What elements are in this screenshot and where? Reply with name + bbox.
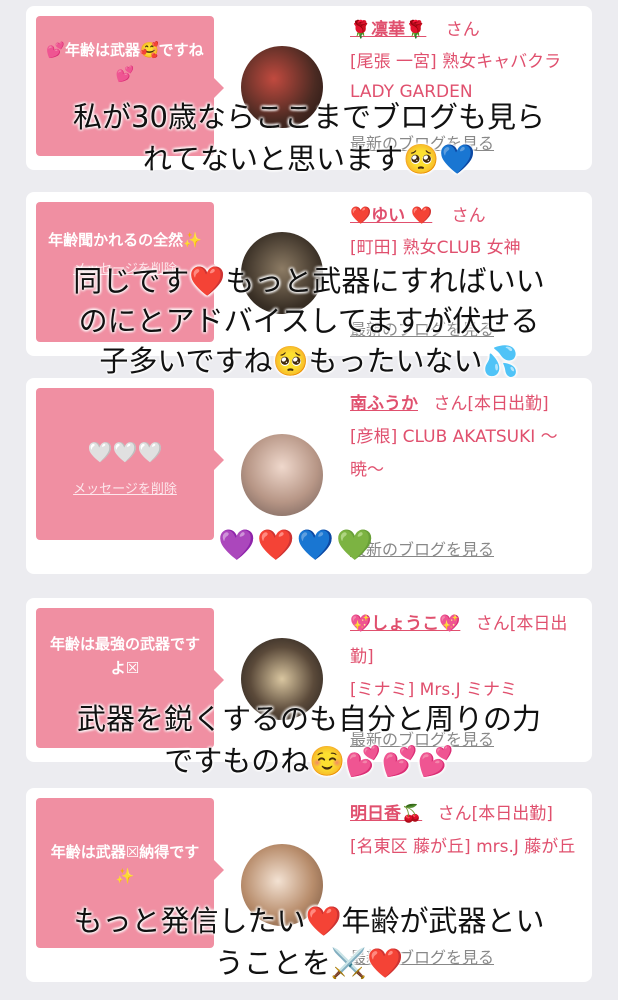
overlay-caption: 同じです❤️もっと武器にすればいい	[73, 264, 545, 298]
honorific: さん[本日出勤]	[433, 394, 549, 414]
cast-name-link[interactable]: 明日香🍒	[350, 804, 422, 824]
overlay-caption: 武器を鋭くするのも自分と周りの力	[76, 702, 541, 736]
cast-name-link[interactable]: 南ふうか	[350, 394, 418, 414]
cast-name-link[interactable]: ❤️ゆい ❤️	[350, 206, 432, 226]
avatar[interactable]	[241, 434, 323, 516]
shop-info: [町田] 熟女CLUB 女神	[350, 238, 521, 258]
honorific: さん	[445, 20, 480, 40]
overlay-caption: うことを⚔️❤️	[214, 946, 404, 980]
overlay-caption: 子多いですね🥺もったいない💦	[99, 344, 519, 378]
hearts-emoji-row: 💜❤️💙💚	[218, 528, 376, 563]
bubble-message: 🤍🤍🤍	[87, 440, 163, 464]
overlay-caption: のにとアドバイスしてますが伏せる	[78, 304, 540, 338]
delete-message-link[interactable]: メッセージを削除	[36, 478, 214, 497]
bubble-message: 年齢聞かれるの全然✨	[48, 231, 202, 249]
honorific: さん[本日出勤]	[437, 804, 553, 824]
bubble-message: 年齢は武器☒納得です✨	[50, 843, 200, 885]
shop-info: [彦根] CLUB AKATSUKI 〜暁〜	[350, 427, 558, 480]
overlay-caption: れてないと思います🥺💙	[142, 142, 476, 176]
cast-name-link[interactable]: 🌹凛華🌹	[350, 20, 426, 40]
shop-info: [名東区 藤が丘] mrs.J 藤が丘	[350, 837, 576, 857]
overlay-caption: 私が30歳ならここまでブログも見ら	[73, 100, 545, 134]
cast-name-link[interactable]: 💖しょうこ💖	[350, 614, 460, 634]
overlay-caption: もっと発信したい❤️年齢が武器とい	[73, 904, 545, 938]
honorific: さん	[451, 206, 486, 226]
bubble-message: 💕年齢は武器🥰ですね💕	[46, 41, 204, 83]
message-bubble: 🤍🤍🤍 メッセージを削除	[36, 388, 224, 540]
bubble-message: 年齢は最強の武器ですよ☒	[49, 635, 200, 677]
overlay-caption: ですものね☺️💕💕💕	[164, 744, 454, 778]
